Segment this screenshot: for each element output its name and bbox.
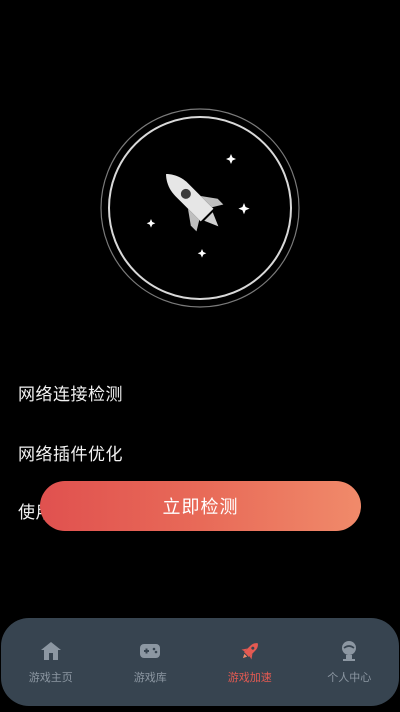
accelerate-radar <box>100 108 300 308</box>
tab-game-home[interactable]: 游戏主页 <box>1 618 101 706</box>
gamepad-icon <box>140 644 161 658</box>
tab-game-accelerate[interactable]: 游戏加速 <box>200 618 300 706</box>
tab-label: 游戏主页 <box>28 671 73 684</box>
home-icon <box>40 642 61 660</box>
user-icon <box>342 641 357 661</box>
tab-label: 个人中心 <box>327 671 372 684</box>
rocket-icon <box>241 643 258 660</box>
tab-label: 游戏库 <box>133 671 167 684</box>
check-item-connection: 网络连接检测 <box>18 385 123 405</box>
detect-now-button[interactable]: 立即检测 <box>40 481 361 531</box>
tab-label: 游戏加速 <box>227 671 272 684</box>
tab-profile[interactable]: 个人中心 <box>300 618 400 706</box>
bottom-tabbar: 游戏主页 游戏库 游戏加速 个人中心 <box>1 618 399 706</box>
tab-game-library[interactable]: 游戏库 <box>101 618 201 706</box>
check-item-plugin: 网络插件优化 <box>18 445 123 465</box>
